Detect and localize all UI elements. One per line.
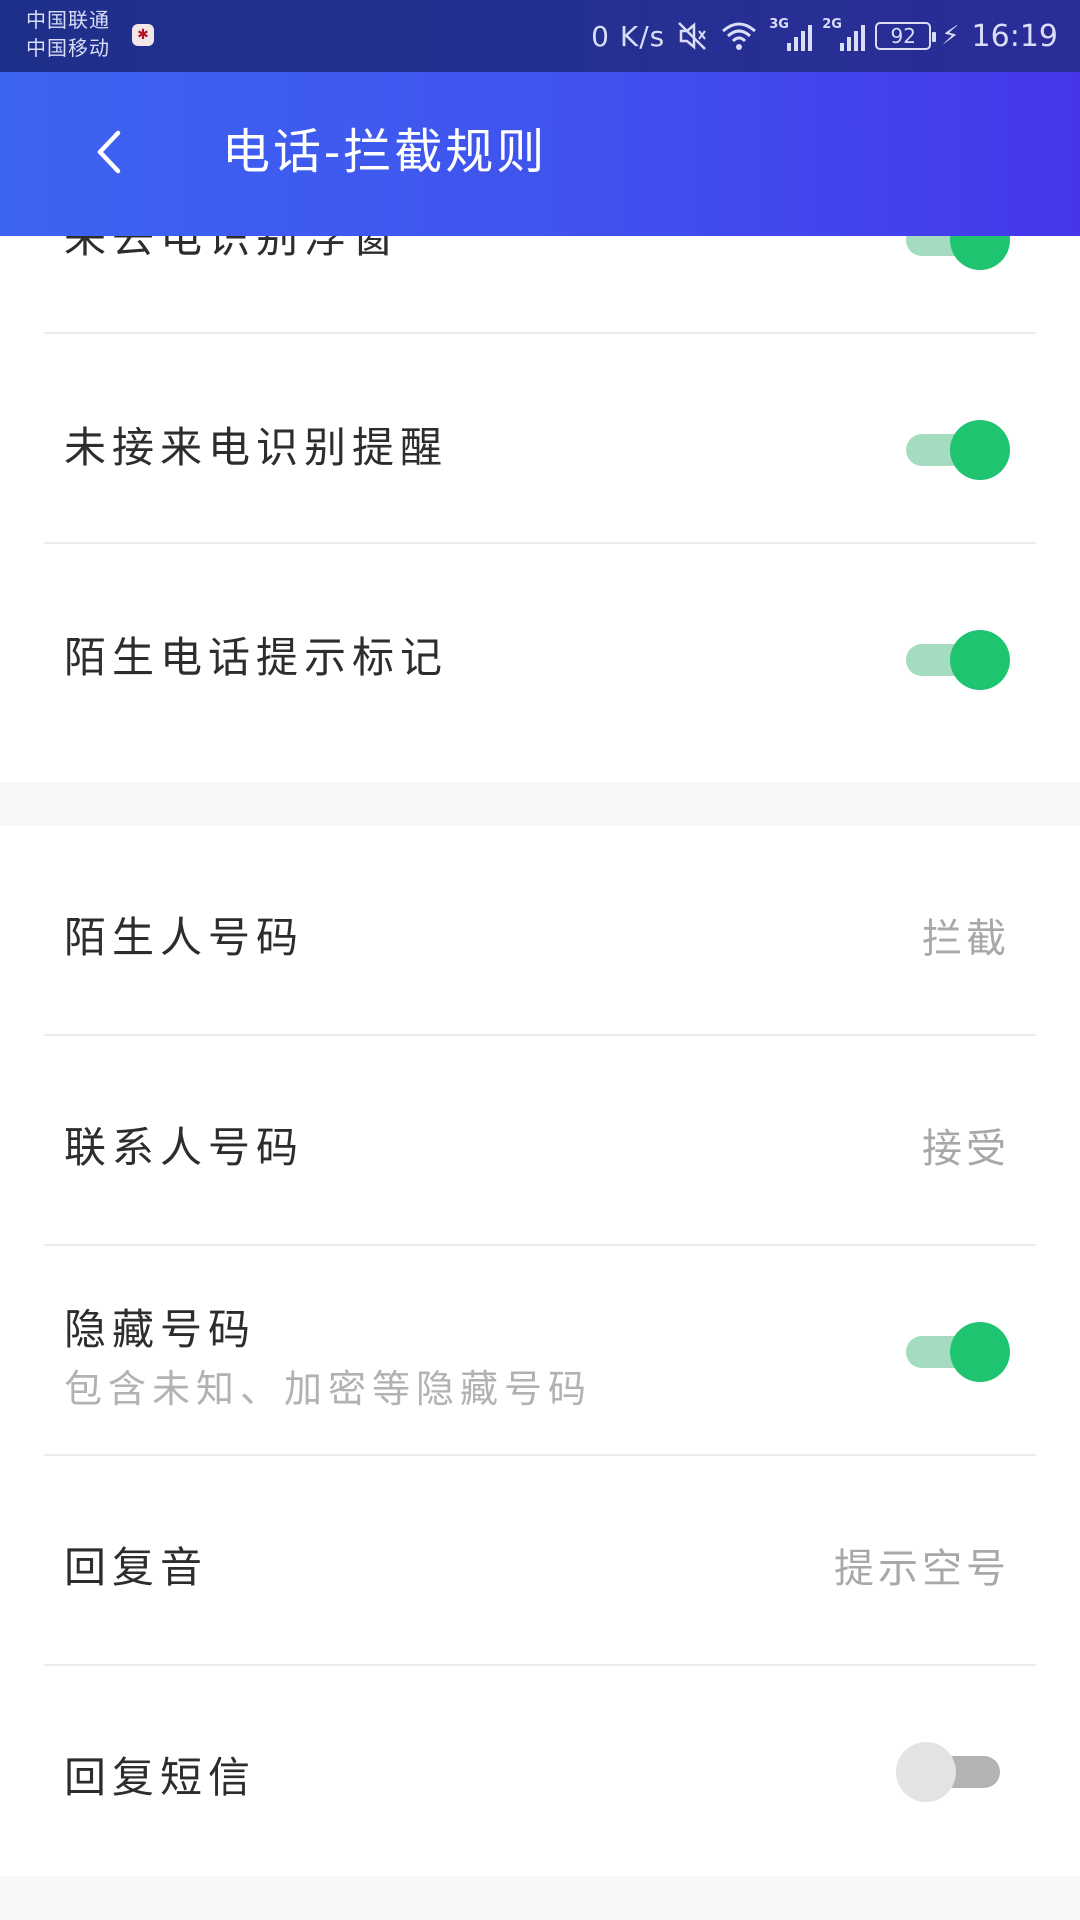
back-button[interactable]	[70, 112, 150, 192]
setting-label: 陌生电话提示标记	[64, 633, 449, 682]
setting-value: 拦截	[922, 916, 1010, 962]
setting-value: 提示空号	[834, 1546, 1010, 1592]
setting-label: 回复短信	[64, 1753, 257, 1802]
toggle-missed-call[interactable]	[906, 420, 1010, 480]
signal-2g-tag: 2G	[822, 17, 842, 32]
toggle-stranger-mark[interactable]	[906, 630, 1010, 690]
page-title: 电话-拦截规则	[222, 124, 548, 180]
setting-label: 隐藏号码	[64, 1305, 257, 1354]
setting-label: 来去电识别浮窗	[64, 236, 401, 262]
signal-3g-icon: 3G	[769, 17, 813, 51]
setting-label: 陌生人号码	[64, 913, 305, 962]
setting-label: 回复音	[64, 1543, 209, 1592]
setting-row-stranger-numbers[interactable]: 陌生人号码 拦截	[0, 826, 1080, 1036]
setting-row-reply-sms[interactable]: 回复短信	[0, 1666, 1080, 1876]
setting-row-stranger-mark[interactable]: 陌生电话提示标记	[0, 544, 1080, 754]
setting-sublabel: 包含未知、加密等隐藏号码	[64, 1367, 593, 1411]
toggle-knob	[950, 630, 1010, 690]
status-bar: 中国联通 中国移动 ✱ 0 K/s 3G 2G 92 ⚡ 16:19	[0, 0, 1080, 72]
carrier-1: 中国联通	[26, 8, 110, 32]
setting-row-reply-tone[interactable]: 回复音 提示空号	[0, 1456, 1080, 1666]
mute-icon	[678, 22, 707, 50]
settings-content[interactable]: 来去电识别浮窗 未接来电识别提醒 陌生电话提示标记 陌生人号码 拦截 联系人号码…	[0, 236, 1080, 1920]
status-icons: 0 K/s 3G 2G 92 ⚡ 16:19	[591, 0, 1058, 72]
toggle-knob	[950, 236, 1010, 270]
toggle-knob	[896, 1742, 956, 1802]
setting-label: 未接来电识别提醒	[64, 423, 449, 472]
chevron-left-icon	[97, 130, 121, 174]
setting-value: 接受	[922, 1126, 1010, 1172]
charging-icon: ⚡	[941, 21, 960, 51]
settings-group-2: 陌生人号码 拦截 联系人号码 接受 隐藏号码 包含未知、加密等隐藏号码 回复音 …	[0, 826, 1080, 1876]
signal-2g-icon: 2G	[822, 17, 866, 51]
toggle-call-float[interactable]	[906, 236, 1010, 270]
setting-row-call-float[interactable]: 来去电识别浮窗	[0, 236, 1080, 334]
battery-icon: 92	[875, 22, 937, 50]
setting-label: 联系人号码	[64, 1123, 305, 1172]
settings-group-1: 来去电识别浮窗 未接来电识别提醒 陌生电话提示标记	[0, 236, 1080, 782]
app-bar: 电话-拦截规则	[0, 72, 1080, 236]
setting-row-hidden-numbers[interactable]: 隐藏号码 包含未知、加密等隐藏号码	[0, 1246, 1080, 1456]
toggle-knob	[950, 1322, 1010, 1382]
carrier-2: 中国移动	[26, 36, 110, 60]
carrier-badge-icon: ✱	[132, 24, 154, 46]
carrier-info: 中国联通 中国移动	[26, 6, 110, 62]
toggle-reply-sms[interactable]	[896, 1742, 1000, 1802]
wifi-icon	[722, 22, 757, 50]
toggle-hidden-numbers[interactable]	[906, 1322, 1010, 1382]
toggle-knob	[950, 420, 1010, 480]
net-speed: 0 K/s	[591, 19, 666, 53]
setting-row-contact-numbers[interactable]: 联系人号码 接受	[0, 1036, 1080, 1246]
clock: 16:19	[971, 18, 1058, 54]
setting-row-missed-call[interactable]: 未接来电识别提醒	[0, 334, 1080, 544]
signal-3g-tag: 3G	[769, 17, 789, 32]
